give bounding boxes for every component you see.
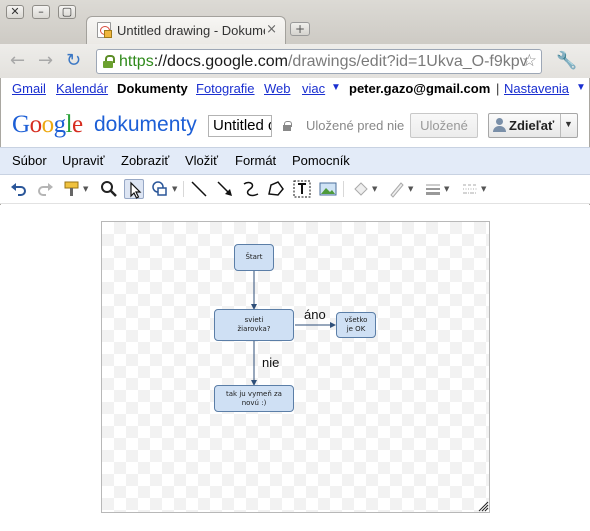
share-label: Zdieľať bbox=[509, 118, 555, 133]
new-tab-button[interactable]: + bbox=[290, 22, 310, 36]
flow-node-ok[interactable]: všetko je OK bbox=[336, 312, 376, 338]
canvas-resize-grip-icon[interactable] bbox=[477, 500, 489, 512]
line-weight-icon[interactable] bbox=[423, 179, 443, 199]
polyline-icon[interactable] bbox=[266, 179, 286, 199]
private-lock-icon bbox=[283, 121, 292, 131]
wrench-menu-icon[interactable]: 🔧 bbox=[556, 51, 577, 71]
line-dash-icon[interactable] bbox=[460, 179, 480, 199]
browser-toolbar: ← → ↻ https://docs.google.com/drawings/e… bbox=[0, 44, 590, 78]
menu-help[interactable]: Pomocník bbox=[292, 153, 350, 168]
line-color-dropdown-icon[interactable]: ▼ bbox=[408, 185, 413, 193]
url-path: /drawings/edit?id=1Ukva_O-f9kpv bbox=[287, 53, 528, 70]
shape-dropdown-icon[interactable]: ▼ bbox=[172, 185, 177, 193]
line-color-icon[interactable] bbox=[387, 179, 407, 199]
shape-icon[interactable] bbox=[150, 179, 170, 199]
window-minimize-button[interactable]: – bbox=[32, 5, 50, 19]
gbar-link-settings[interactable]: Nastavenia bbox=[504, 81, 569, 96]
saved-button[interactable]: Uložené bbox=[410, 113, 478, 138]
line-dash-dropdown-icon[interactable]: ▼ bbox=[481, 185, 486, 193]
secure-lock-icon bbox=[103, 55, 115, 68]
fill-color-icon[interactable] bbox=[351, 179, 371, 199]
drawing-canvas[interactable]: Štart svieti žiarovka? všetko je OK tak … bbox=[101, 221, 490, 513]
share-dropdown-icon[interactable]: ▼ bbox=[564, 119, 573, 129]
chevron-down-icon[interactable]: ▼ bbox=[331, 82, 341, 93]
edge-label-no[interactable]: nie bbox=[262, 355, 279, 370]
gbar-link-gmail[interactable]: Gmail bbox=[12, 81, 46, 96]
google-bar: Gmail Kalendár Dokumenty Fotografie Web … bbox=[0, 79, 590, 103]
forward-arrow-icon[interactable]: → bbox=[38, 50, 53, 71]
document-title-field[interactable]: Untitled drawing bbox=[208, 115, 272, 137]
share-divider bbox=[560, 114, 561, 137]
bookmark-star-icon[interactable]: ☆ bbox=[522, 51, 537, 71]
gbar-link-photos[interactable]: Fotografie bbox=[196, 81, 255, 96]
url-host: ://docs.google.com bbox=[153, 53, 288, 70]
zoom-icon[interactable] bbox=[99, 179, 119, 199]
toolbar-separator bbox=[343, 181, 344, 197]
address-bar[interactable]: https://docs.google.com/drawings/edit?id… bbox=[96, 49, 542, 74]
gbar-link-more[interactable]: viac bbox=[302, 81, 325, 96]
url-scheme: https bbox=[119, 53, 154, 70]
gbar-link-calendar[interactable]: Kalendár bbox=[56, 81, 108, 96]
google-logo[interactable]: Google bbox=[12, 111, 83, 139]
undo-icon[interactable] bbox=[9, 179, 29, 199]
drawing-toolbar: ▼ ▼ ▼ ▼ ▼ ▼ bbox=[0, 175, 590, 204]
line-icon[interactable] bbox=[189, 179, 209, 199]
reload-icon[interactable]: ↻ bbox=[66, 50, 81, 71]
menu-file[interactable]: Súbor bbox=[12, 153, 47, 168]
arrow-icon[interactable] bbox=[215, 179, 235, 199]
gbar-link-web[interactable]: Web bbox=[264, 81, 291, 96]
product-name[interactable]: dokumenty bbox=[94, 113, 197, 137]
menu-insert[interactable]: Vložiť bbox=[185, 153, 218, 168]
edge-label-yes[interactable]: áno bbox=[304, 307, 326, 322]
drawing-workspace: Štart svieti žiarovka? všetko je OK tak … bbox=[0, 205, 590, 531]
paint-format-dropdown-icon[interactable]: ▼ bbox=[83, 185, 88, 193]
tab-close-icon[interactable]: × bbox=[266, 22, 277, 37]
gbar-separator: | bbox=[496, 81, 500, 96]
line-weight-dropdown-icon[interactable]: ▼ bbox=[444, 185, 449, 193]
tab-title: Untitled drawing - Dokumenty Google bbox=[117, 23, 265, 38]
curve-icon[interactable] bbox=[241, 179, 261, 199]
toolbar-separator bbox=[183, 181, 184, 197]
paint-format-icon[interactable] bbox=[62, 179, 82, 199]
menu-edit[interactable]: Upraviť bbox=[62, 153, 104, 168]
flow-node-replace[interactable]: tak ju vymeň za novú :) bbox=[214, 385, 294, 412]
gbar-link-documents[interactable]: Dokumenty bbox=[117, 81, 188, 96]
image-icon[interactable] bbox=[318, 179, 338, 199]
redo-icon[interactable] bbox=[35, 179, 55, 199]
menu-format[interactable]: Formát bbox=[235, 153, 276, 168]
browser-tab[interactable]: Untitled drawing - Dokumenty Google × bbox=[86, 16, 286, 44]
flow-node-start[interactable]: Štart bbox=[234, 244, 274, 271]
share-button[interactable]: Zdieľať ▼ bbox=[488, 113, 578, 138]
user-email: peter.gazo@gmail.com bbox=[349, 81, 491, 96]
select-icon[interactable] bbox=[124, 179, 144, 199]
fill-color-dropdown-icon[interactable]: ▼ bbox=[372, 185, 377, 193]
window-maximize-button[interactable]: ▢ bbox=[58, 5, 76, 19]
window-close-button[interactable]: ✕ bbox=[6, 5, 24, 19]
menu-view[interactable]: Zobraziť bbox=[121, 153, 169, 168]
back-arrow-icon[interactable]: ← bbox=[10, 50, 25, 71]
menu-bar: Súbor Upraviť Zobraziť Vložiť Formát Pom… bbox=[0, 147, 590, 175]
drawing-favicon-icon bbox=[97, 22, 112, 38]
doc-header: Google dokumenty Untitled drawing Uložen… bbox=[0, 103, 590, 147]
settings-chevron-down-icon[interactable]: ▼ bbox=[576, 82, 586, 93]
saved-status-text: Uložené pred nie bbox=[306, 118, 405, 133]
text-box-icon[interactable] bbox=[292, 179, 312, 199]
flow-node-decision[interactable]: svieti žiarovka? bbox=[214, 309, 294, 341]
connectors-layer bbox=[251, 271, 336, 386]
person-icon bbox=[493, 118, 507, 133]
url-text[interactable]: https://docs.google.com/drawings/edit?id… bbox=[119, 53, 528, 71]
